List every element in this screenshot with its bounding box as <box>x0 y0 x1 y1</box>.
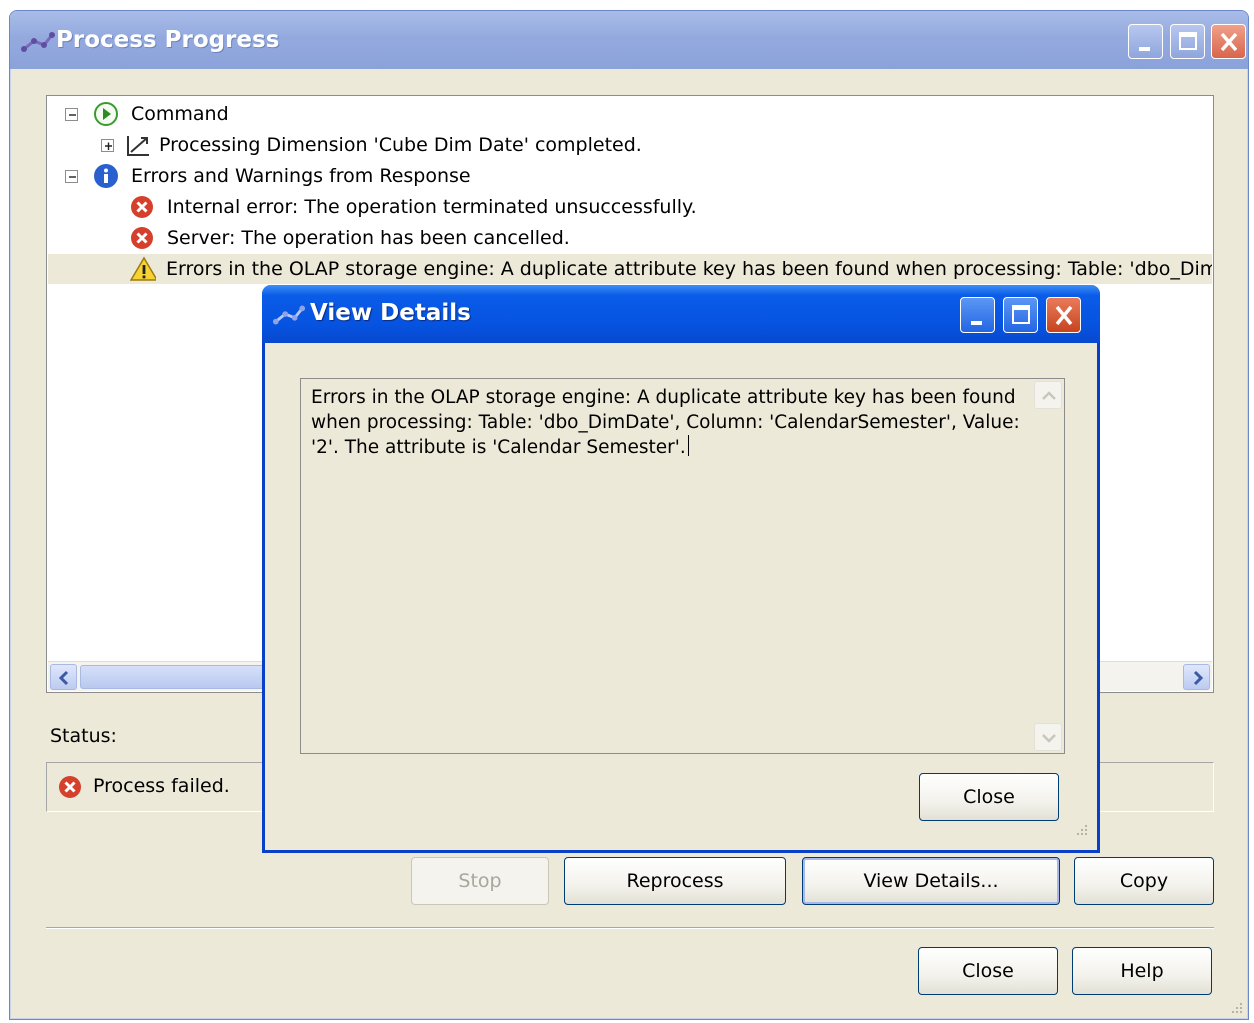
expand-icon[interactable] <box>101 139 114 152</box>
dialog-close-button[interactable]: Close <box>919 773 1059 821</box>
minimize-icon <box>971 321 982 325</box>
dialog-title-bar[interactable]: View Details <box>262 285 1100 343</box>
reprocess-button[interactable]: Reprocess <box>564 857 786 905</box>
tree-item-label: Internal error: The operation terminated… <box>167 196 697 218</box>
window-title: Process Progress <box>56 27 280 53</box>
help-button[interactable]: Help <box>1072 947 1212 995</box>
dialog-title: View Details <box>310 300 471 326</box>
status-text: Process failed. <box>93 775 230 797</box>
close-button[interactable]: Close <box>918 947 1058 995</box>
cube-icon <box>21 32 55 52</box>
play-icon <box>94 102 118 126</box>
tree-item-label: Errors and Warnings from Response <box>131 165 471 187</box>
error-icon <box>131 227 153 249</box>
cube-icon <box>272 305 306 325</box>
details-text-content: Errors in the OLAP storage engine: A dup… <box>311 387 1020 458</box>
stop-button[interactable]: Stop <box>411 857 549 905</box>
title-bar[interactable]: Process Progress <box>10 11 1248 69</box>
collapse-icon[interactable] <box>65 108 78 121</box>
info-icon <box>94 164 118 188</box>
collapse-icon[interactable] <box>65 170 78 183</box>
close-icon <box>1055 305 1073 326</box>
dialog-close-x-button[interactable] <box>1046 297 1081 333</box>
minimize-icon <box>1139 47 1150 51</box>
resize-grip-icon[interactable] <box>1075 823 1089 837</box>
copy-button[interactable]: Copy <box>1074 857 1214 905</box>
scroll-right-button[interactable] <box>1183 664 1210 690</box>
chevron-up-icon <box>1042 391 1056 400</box>
error-icon <box>59 776 81 798</box>
scroll-down-button[interactable] <box>1034 723 1062 751</box>
maximize-icon <box>1012 305 1030 324</box>
resize-grip-icon[interactable] <box>1230 1001 1244 1015</box>
scroll-thumb[interactable] <box>80 665 270 689</box>
minimize-button[interactable] <box>1128 24 1163 59</box>
view-details-dialog: View Details Errors in the OLAP storage … <box>262 285 1100 853</box>
tree-item-label: Command <box>131 103 229 125</box>
vertical-scrollbar[interactable] <box>1034 381 1062 751</box>
chevron-right-icon <box>1193 670 1204 686</box>
tree-item-label: Server: The operation has been cancelled… <box>167 227 570 249</box>
maximize-icon <box>1179 32 1197 50</box>
scroll-left-button[interactable] <box>50 664 77 690</box>
view-details-button[interactable]: View Details... <box>802 857 1060 905</box>
close-icon <box>1220 32 1238 52</box>
chevron-left-icon <box>58 670 69 686</box>
status-label: Status: <box>50 725 117 747</box>
warning-icon <box>130 256 156 281</box>
dialog-minimize-button[interactable] <box>960 297 995 333</box>
dimension-icon <box>127 136 149 156</box>
chevron-down-icon <box>1042 734 1056 743</box>
error-icon <box>131 196 153 218</box>
tree-item-olap-warning[interactable]: Errors in the OLAP storage engine: A dup… <box>48 254 1212 284</box>
text-caret <box>687 435 689 456</box>
tree-item-label: Errors in the OLAP storage engine: A dup… <box>166 258 1212 280</box>
tree-item-label: Processing Dimension 'Cube Dim Date' com… <box>159 134 642 156</box>
dialog-maximize-button[interactable] <box>1003 297 1038 333</box>
details-textarea[interactable]: Errors in the OLAP storage engine: A dup… <box>300 378 1065 754</box>
details-text: Errors in the OLAP storage engine: A dup… <box>311 385 1023 460</box>
close-window-button[interactable] <box>1211 24 1246 59</box>
divider <box>46 927 1214 929</box>
scroll-up-button[interactable] <box>1034 381 1062 409</box>
maximize-button[interactable] <box>1170 24 1205 59</box>
